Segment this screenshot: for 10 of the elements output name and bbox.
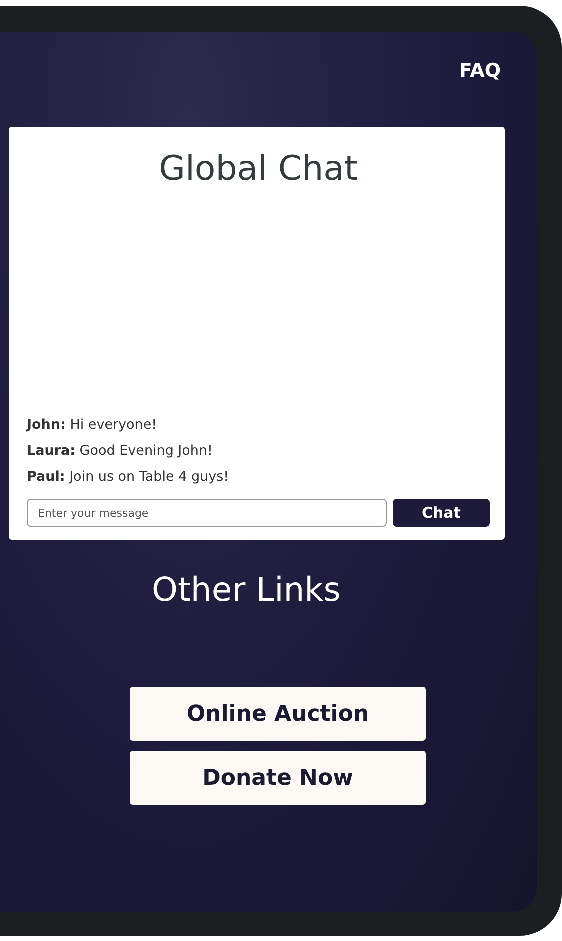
section-heading: Other Links	[152, 570, 341, 609]
faq-link[interactable]: FAQ	[459, 60, 501, 82]
chat-message: Paul: Join us on Table 4 guys!	[27, 469, 230, 485]
chat-title: Global Chat	[159, 149, 358, 189]
chat-button[interactable]: Chat	[393, 499, 490, 527]
chat-message: John: Hi everyone!	[27, 417, 158, 433]
link-button[interactable]: Donate Now	[130, 751, 426, 805]
message-input-field[interactable]: Enter your message	[27, 499, 387, 527]
link-button[interactable]: Online Auction	[130, 687, 426, 741]
chat-message: Laura: Good Evening John!	[27, 443, 213, 459]
